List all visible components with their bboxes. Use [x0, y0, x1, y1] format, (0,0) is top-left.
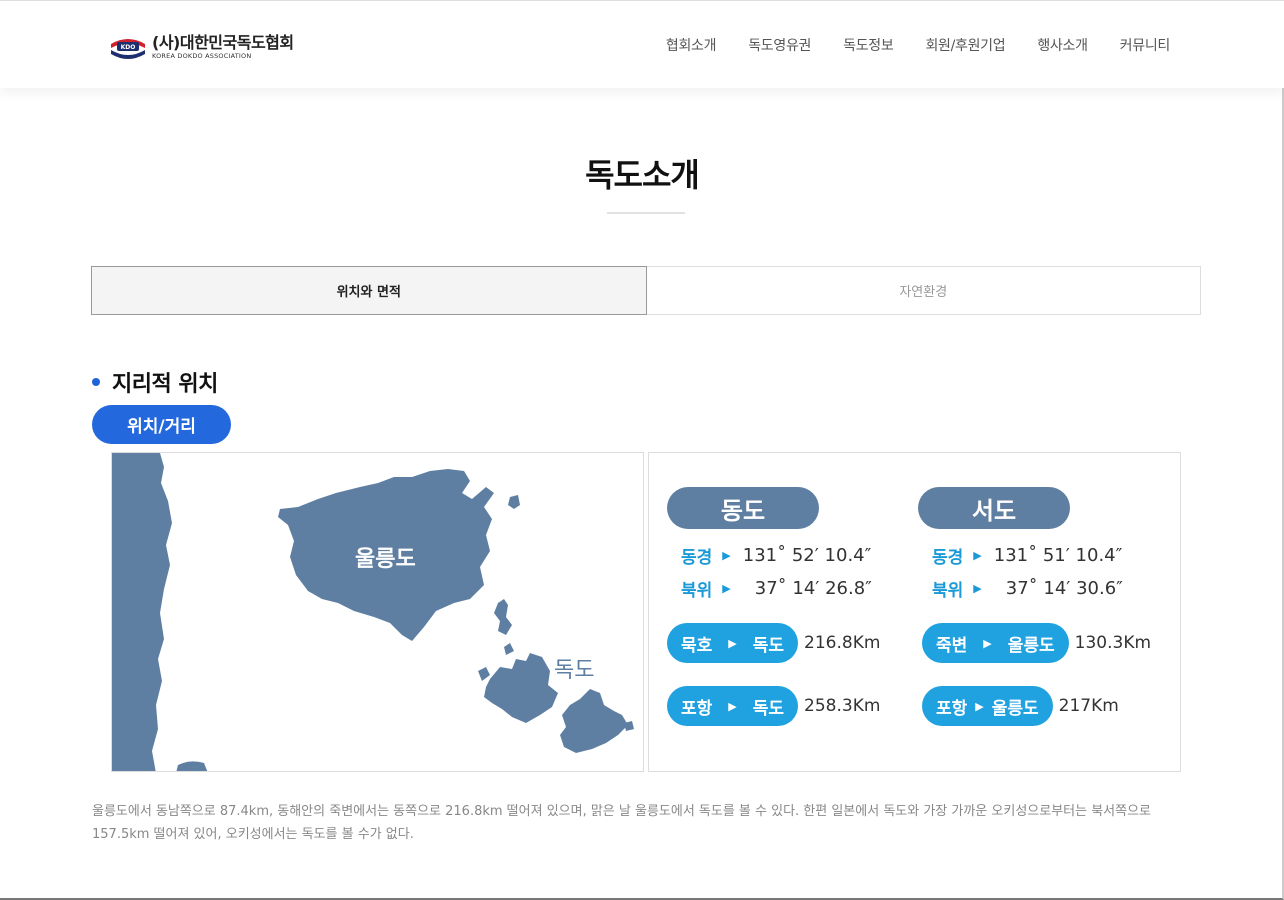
map-panel: 울릉도 독도 [111, 452, 644, 772]
route-from: 포항 [936, 698, 968, 719]
site-logo[interactable]: KDO (사)대한민국독도협회 KOREA DOKDO ASSOCIATION [108, 29, 294, 65]
route-pill: 포항 ▶ 울릉도 [922, 686, 1053, 726]
small-islet-shape [504, 643, 514, 655]
route-jukbyeon-ulleungdo: 죽변 ▶ 울릉도 130.3Km [922, 623, 1151, 663]
site-header: KDO (사)대한민국독도협회 KOREA DOKDO ASSOCIATION … [0, 0, 1284, 88]
route-from: 죽변 [936, 635, 968, 656]
seodo-longitude-value: 131˚ 51′ 10.4″ [993, 545, 1123, 566]
route-pill: 포항 ▶ 독도 [667, 686, 799, 726]
tab-location-area[interactable]: 위치와 면적 [91, 266, 647, 315]
route-to: 울릉도 [1007, 635, 1055, 656]
ulleungdo-map-label: 울릉도 [355, 547, 416, 572]
seodo-latitude-row: 북위 ▶ 37˚ 14′ 30.6″ [932, 576, 1123, 601]
dokdo-map-label: 독도 [554, 658, 595, 683]
dongdo-island-shape [560, 689, 628, 753]
route-pill: 죽변 ▶ 울릉도 [922, 623, 1069, 663]
page-title: 독도소개 [585, 156, 700, 194]
nav-events[interactable]: 행사소개 [1037, 35, 1088, 55]
nav-about[interactable]: 협회소개 [666, 35, 717, 55]
svg-text:KDO: KDO [121, 44, 136, 51]
mainland-coast-shape [112, 453, 172, 771]
route-distance: 258.3Km [804, 696, 881, 716]
logo-title: (사)대한민국독도협회 [152, 33, 294, 52]
location-description: 울릉도에서 동남쪽으로 87.4km, 동해안의 죽변에서는 동쪽으로 216.… [92, 804, 1152, 842]
info-panel: 동도 서도 동경 ▶ 131˚ 52′ 10.4″ 북위 ▶ 37˚ 14′ 2… [648, 452, 1181, 772]
small-islet-shape [478, 667, 490, 681]
route-to: 독도 [752, 698, 785, 719]
small-islet-shape [508, 495, 520, 509]
nav-members[interactable]: 회원/후원기업 [925, 35, 1005, 55]
tab-natural-environment[interactable]: 자연환경 [646, 267, 1200, 314]
route-distance: 216.8Km [804, 633, 881, 653]
play-arrow-icon: ▶ [722, 582, 731, 595]
route-from: 묵호 [681, 635, 713, 656]
dongdo-longitude-value: 131˚ 52′ 10.4″ [742, 545, 872, 566]
small-islet-shape [176, 761, 208, 771]
dongdo-longitude-row: 동경 ▶ 131˚ 52′ 10.4″ [681, 543, 871, 568]
play-arrow-icon: ▶ [722, 549, 731, 562]
route-distance: 130.3Km [1074, 633, 1152, 653]
dongdo-latitude-row: 북위 ▶ 37˚ 14′ 26.8″ [681, 576, 872, 601]
route-pohang-dokdo: 포항 ▶ 독도 258.3Km [667, 686, 880, 726]
page: KDO (사)대한민국독도협회 KOREA DOKDO ASSOCIATION … [0, 0, 1284, 900]
latitude-key: 북위 [681, 581, 713, 601]
latitude-key: 북위 [932, 581, 964, 601]
nav-community[interactable]: 커뮤니티 [1120, 35, 1171, 55]
route-pill: 묵호 ▶ 독도 [667, 623, 799, 663]
tab-bar: 위치와 면적 자연환경 [91, 266, 1201, 315]
logo-emblem-icon: KDO [108, 30, 148, 64]
seodo-island-shape [484, 653, 558, 723]
map-illustration [112, 453, 634, 771]
small-islet-shape [494, 599, 512, 635]
play-arrow-icon: ▶ [975, 699, 984, 713]
nav-sovereignty[interactable]: 독도영유권 [748, 35, 811, 55]
seodo-latitude-value: 37˚ 14′ 30.6″ [1005, 578, 1123, 599]
route-to: 독도 [752, 635, 785, 656]
play-arrow-icon: ▶ [973, 549, 982, 562]
dongdo-latitude-value: 37˚ 14′ 26.8″ [754, 578, 872, 599]
seodo-longitude-row: 동경 ▶ 131˚ 51′ 10.4″ [932, 543, 1122, 568]
main-nav: 협회소개 독도영유권 독도정보 회원/후원기업 행사소개 커뮤니티 [666, 35, 1170, 55]
play-arrow-icon: ▶ [973, 582, 982, 595]
longitude-key: 동경 [932, 548, 964, 568]
logo-subtitle: KOREA DOKDO ASSOCIATION [152, 52, 252, 60]
longitude-key: 동경 [681, 548, 713, 568]
play-arrow-icon: ▶ [728, 699, 737, 713]
seodo-badge: 서도 [918, 487, 1070, 529]
dongdo-badge: 동도 [667, 487, 819, 529]
section-title: 지리적 위치 [112, 372, 218, 397]
nav-dokdo-info[interactable]: 독도정보 [843, 35, 894, 55]
section-heading: 지리적 위치 [92, 366, 218, 398]
title-divider [607, 212, 685, 214]
play-arrow-icon: ▶ [983, 636, 992, 650]
route-pohang-ulleungdo: 포항 ▶ 울릉도 217Km [922, 686, 1119, 726]
location-distance-badge: 위치/거리 [92, 405, 231, 444]
play-arrow-icon: ▶ [728, 636, 737, 650]
route-distance: 217Km [1058, 696, 1119, 716]
route-from: 포항 [681, 698, 713, 719]
route-mukho-dokdo: 묵호 ▶ 독도 216.8Km [667, 623, 880, 663]
route-to: 울릉도 [991, 698, 1039, 719]
bullet-icon [92, 378, 100, 386]
